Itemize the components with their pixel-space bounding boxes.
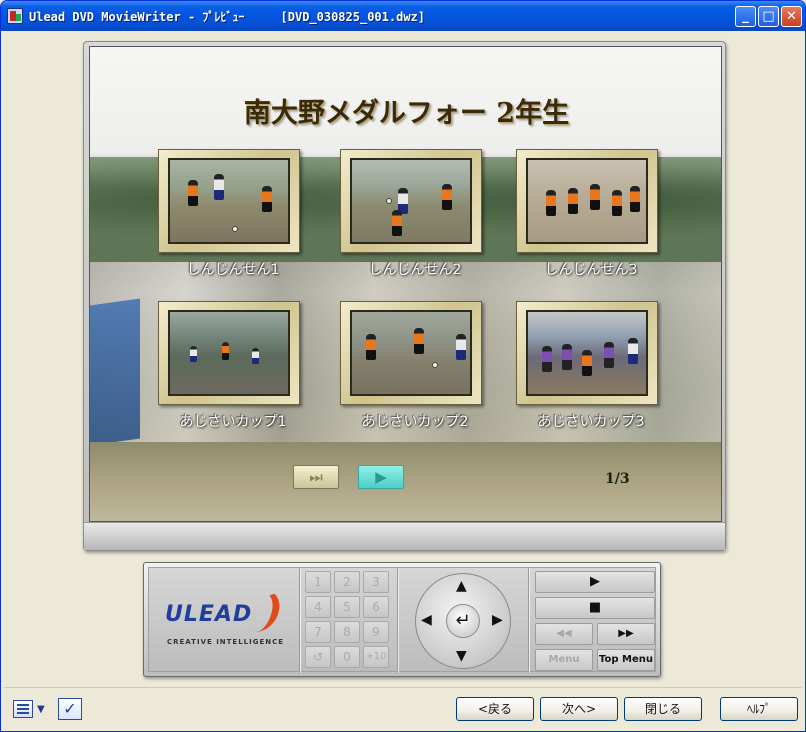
title-bar[interactable]: Ulead DVD MovieWriter - ﾌﾟﾚﾋﾞｭｰ [DVD_030… bbox=[1, 1, 805, 31]
num-5-button[interactable]: 5 bbox=[334, 596, 360, 618]
help-button[interactable]: ﾍﾙﾌﾟ bbox=[720, 697, 798, 721]
up-arrow-icon[interactable]: ▲ bbox=[456, 578, 467, 594]
num-6-button[interactable]: 6 bbox=[363, 596, 389, 618]
remote-control-panel: ULEAD CREATIVE INTELLIGENCE 1 2 3 4 5 6 … bbox=[143, 562, 661, 677]
chapter-thumbnail-2[interactable] bbox=[340, 149, 482, 253]
num-7-button[interactable]: 7 bbox=[305, 621, 331, 643]
close-window-button[interactable]: ✕ bbox=[781, 6, 802, 27]
check-icon[interactable]: ✓ bbox=[58, 698, 82, 720]
chapter-photo bbox=[526, 158, 648, 244]
right-arrow-icon[interactable]: ▶ bbox=[492, 612, 503, 628]
preview-frame: 南大野メダルフォー 2年生 しんじんせん1 しんじんせん2 しんじんせん3 あじ… bbox=[83, 41, 726, 551]
app-window: Ulead DVD MovieWriter - ﾌﾟﾚﾋﾞｭｰ [DVD_030… bbox=[0, 0, 806, 732]
rewind-button[interactable]: ◀◀ bbox=[535, 623, 593, 645]
background-banner bbox=[90, 298, 140, 446]
num-3-button[interactable]: 3 bbox=[363, 571, 389, 593]
numpad: 1 2 3 4 5 6 7 8 9 ↺ 0 +10 bbox=[305, 571, 393, 669]
chapter-label-3[interactable]: しんじんせん3 bbox=[511, 259, 671, 279]
page-indicator: 1/3 bbox=[605, 471, 630, 487]
preview-frame-bottom bbox=[84, 522, 725, 550]
chapter-photo bbox=[350, 310, 472, 396]
chapter-thumbnail-5[interactable] bbox=[340, 301, 482, 405]
stop-button[interactable]: ■ bbox=[535, 597, 655, 619]
enter-icon[interactable]: ↵ bbox=[446, 604, 480, 638]
num-8-button[interactable]: 8 bbox=[334, 621, 360, 643]
back-button[interactable]: <戻る bbox=[456, 697, 534, 721]
chapter-photo bbox=[168, 158, 290, 244]
ulead-logo: ULEAD CREATIVE INTELLIGENCE bbox=[149, 568, 299, 673]
num-0-button[interactable]: 0 bbox=[334, 646, 360, 668]
chapter-label-2[interactable]: しんじんせん2 bbox=[335, 259, 495, 279]
chapter-thumbnail-6[interactable] bbox=[516, 301, 658, 405]
chapter-label-6[interactable]: あじさいカップ3 bbox=[511, 411, 671, 431]
logo-tagline: CREATIVE INTELLIGENCE bbox=[167, 638, 285, 646]
client-area: 南大野メダルフォー 2年生 しんじんせん1 しんじんせん2 しんじんせん3 あじ… bbox=[4, 31, 802, 729]
top-menu-button[interactable]: Top Menu bbox=[597, 649, 655, 671]
minimize-button[interactable]: _ bbox=[735, 6, 756, 27]
num-2-button[interactable]: 2 bbox=[334, 571, 360, 593]
direction-pad: ▲ ▼ ◀ ▶ ↵ bbox=[415, 573, 511, 669]
chapter-photo bbox=[168, 310, 290, 396]
num-9-button[interactable]: 9 bbox=[363, 621, 389, 643]
next-page-icon[interactable]: ⏭ bbox=[293, 465, 339, 489]
play-all-icon[interactable]: ▶ bbox=[358, 465, 404, 489]
chapter-label-4[interactable]: あじさいカップ1 bbox=[153, 411, 313, 431]
next-button[interactable]: 次へ> bbox=[540, 697, 618, 721]
menu-title: 南大野メダルフォー 2年生 bbox=[243, 98, 570, 129]
chapter-thumbnail-3[interactable] bbox=[516, 149, 658, 253]
play-button[interactable]: ▶ bbox=[535, 571, 655, 593]
chevron-down-icon: ▼ bbox=[37, 704, 45, 715]
fast-forward-button[interactable]: ▶▶ bbox=[597, 623, 655, 645]
window-title: Ulead DVD MovieWriter - ﾌﾟﾚﾋﾞｭｰ [DVD_030… bbox=[29, 10, 426, 24]
list-icon bbox=[13, 700, 33, 718]
maximize-button[interactable]: □ bbox=[758, 6, 779, 27]
num-plus10-button[interactable]: +10 bbox=[363, 646, 389, 668]
num-4-button[interactable]: 4 bbox=[305, 596, 331, 618]
chapter-thumbnail-4[interactable] bbox=[158, 301, 300, 405]
logo-swoosh-icon bbox=[236, 590, 284, 632]
close-button[interactable]: 閉じる bbox=[624, 697, 702, 721]
chapter-thumbnail-1[interactable] bbox=[158, 149, 300, 253]
preview-screen: 南大野メダルフォー 2年生 しんじんせん1 しんじんせん2 しんじんせん3 あじ… bbox=[89, 46, 722, 522]
menu-button[interactable]: Menu bbox=[535, 649, 593, 671]
chapter-label-5[interactable]: あじさいカップ2 bbox=[335, 411, 495, 431]
chapter-photo bbox=[526, 310, 648, 396]
app-icon[interactable] bbox=[7, 8, 23, 24]
num-1-button[interactable]: 1 bbox=[305, 571, 331, 593]
chapter-photo bbox=[350, 158, 472, 244]
left-arrow-icon[interactable]: ◀ bbox=[421, 612, 432, 628]
return-icon[interactable]: ↺ bbox=[305, 646, 331, 668]
remote-inner: ULEAD CREATIVE INTELLIGENCE 1 2 3 4 5 6 … bbox=[148, 567, 656, 673]
list-view-button[interactable]: ▼ bbox=[11, 698, 49, 722]
chapter-label-1[interactable]: しんじんせん1 bbox=[153, 259, 313, 279]
down-arrow-icon[interactable]: ▼ bbox=[456, 648, 467, 664]
bottom-bar: ▼ ✓ <戻る 次へ> 閉じる ﾍﾙﾌﾟ bbox=[4, 687, 802, 729]
